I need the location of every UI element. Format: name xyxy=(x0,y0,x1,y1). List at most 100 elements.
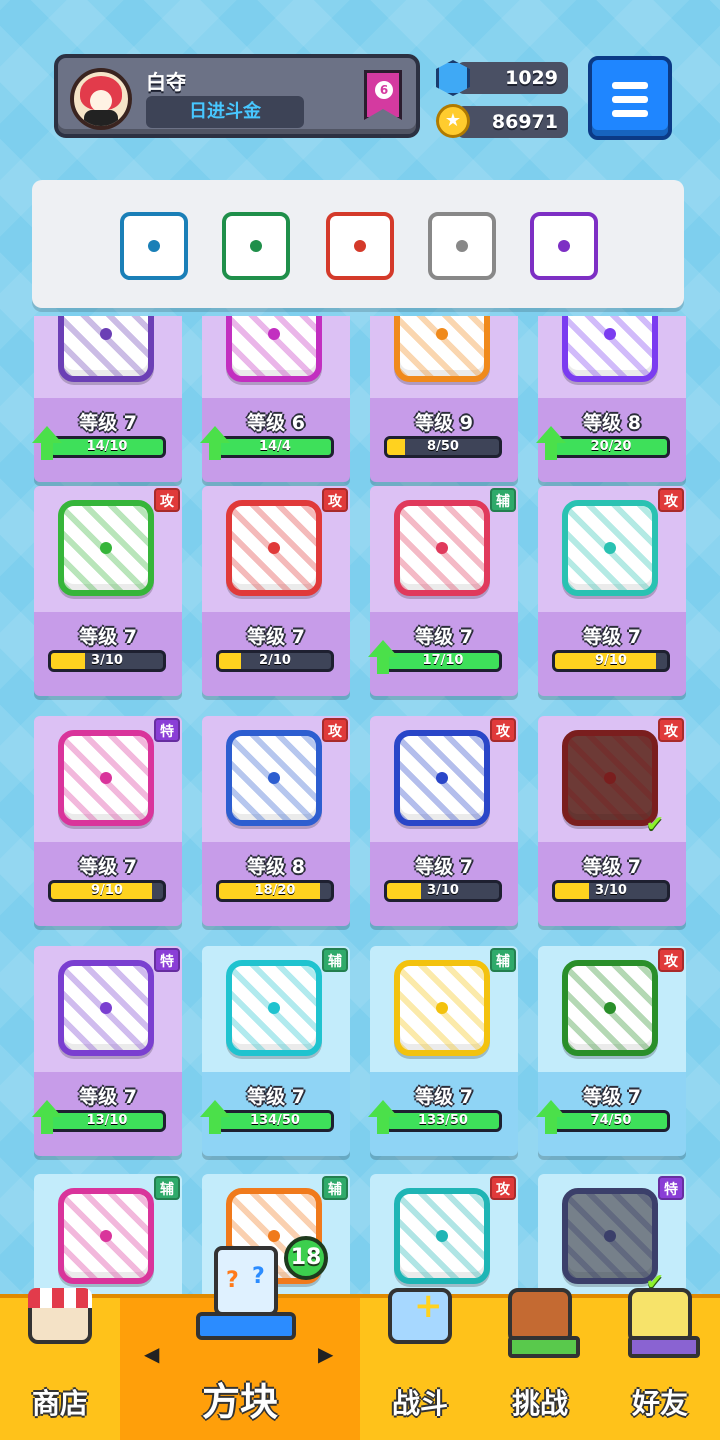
coin-counter[interactable]: 86971 ★ xyxy=(436,104,568,140)
dice-level: 等级 8 xyxy=(583,412,641,434)
dice-face-icon xyxy=(562,960,658,1056)
dice-card[interactable]: 特等级 7 9/10 xyxy=(34,716,182,926)
dice-level: 等级 7 xyxy=(79,626,137,648)
gem-counter[interactable]: 1029 xyxy=(436,60,568,96)
nav-shop[interactable]: 商店 xyxy=(0,1288,120,1440)
dice-chest-icon xyxy=(196,1246,296,1346)
dice-card[interactable]: 攻等级 7 3/10 xyxy=(34,486,182,696)
fire-dice-icon[interactable] xyxy=(326,212,394,280)
upgrade-progress-bar: 13/10 xyxy=(48,1110,166,1132)
dice-type-badge: 攻 xyxy=(322,488,348,512)
nav-friends[interactable]: 好友 xyxy=(600,1288,720,1440)
dice-card[interactable]: 辅等级 7 133/50 xyxy=(368,946,518,1156)
gem-amount: 1029 xyxy=(456,62,568,94)
whirlwind-dice-icon[interactable] xyxy=(120,212,188,280)
rank-ribbon-icon: 6 xyxy=(364,70,402,120)
dice-card[interactable]: 辅等级 7 134/50 xyxy=(200,946,350,1156)
dice-card[interactable]: 攻等级 7 74/50 xyxy=(536,946,686,1156)
wind-dice-icon[interactable] xyxy=(222,212,290,280)
upgrade-progress-bar: 2/10 xyxy=(216,650,334,672)
dice-type-badge: 辅 xyxy=(322,1176,348,1200)
rank-number: 6 xyxy=(375,81,393,99)
coin-amount: 86971 xyxy=(456,106,568,138)
dice-card[interactable]: 等级 9 8/50 xyxy=(370,316,518,482)
upgrade-progress-bar: 9/10 xyxy=(48,880,166,902)
bottom-navigation: 商店 方块 战斗 挑战 好友 xyxy=(0,1286,720,1440)
mystery-cube xyxy=(214,1246,278,1316)
dice-card[interactable]: 攻 ✔ 等级 7 3/10 xyxy=(538,716,686,926)
progress-text: 9/10 xyxy=(91,883,123,898)
dice-card[interactable]: 特 ✔ xyxy=(538,1174,686,1296)
upgrade-progress-bar: 20/20 xyxy=(552,436,670,458)
dice-type-badge: 攻 xyxy=(322,718,348,742)
player-avatar[interactable] xyxy=(70,68,132,130)
dice-level: 等级 6 xyxy=(247,412,305,434)
dice-card[interactable]: 等级 8 20/20 xyxy=(536,316,686,482)
upgrade-progress-bar: 14/10 xyxy=(48,436,166,458)
nav-battle[interactable]: 战斗 xyxy=(360,1286,480,1440)
dice-face-icon xyxy=(58,500,154,596)
challenge-signboard-icon xyxy=(508,1288,580,1358)
nav-next-arrow-icon[interactable]: ▶ xyxy=(318,1342,333,1366)
dice-count-badge: 18 xyxy=(284,1236,328,1280)
dice-level: 等级 7 xyxy=(583,856,641,878)
avatar-body xyxy=(84,110,118,126)
blessing-dice-icon[interactable] xyxy=(530,212,598,280)
progress-text: 2/10 xyxy=(259,653,291,668)
dice-level: 等级 7 xyxy=(583,626,641,648)
dice-card[interactable]: 攻等级 8 18/20 xyxy=(202,716,350,926)
upgrade-progress-bar: 14/4 xyxy=(216,436,334,458)
nav-prev-arrow-icon[interactable]: ◀ xyxy=(144,1342,159,1366)
dice-level: 等级 7 xyxy=(79,1086,137,1108)
nav-friends-label: 好友 xyxy=(631,1387,688,1420)
dice-level: 等级 7 xyxy=(247,1086,305,1108)
dice-level: 等级 7 xyxy=(415,856,473,878)
dice-type-badge: 辅 xyxy=(490,948,516,972)
shop-icon xyxy=(28,1288,92,1344)
dice-card[interactable]: 辅 xyxy=(34,1174,182,1296)
dice-face-icon xyxy=(394,730,490,826)
progress-text: 17/10 xyxy=(422,653,464,668)
dice-type-badge: 特 xyxy=(154,948,180,972)
upgrade-progress-bar: 9/10 xyxy=(552,650,670,672)
dice-card[interactable]: 等级 6 14/4 xyxy=(200,316,350,482)
dice-card[interactable]: 等级 7 14/10 xyxy=(32,316,182,482)
equipped-deck-panel xyxy=(32,180,684,308)
upgrade-progress-bar: 134/50 xyxy=(216,1110,334,1132)
upgrade-progress-bar: 8/50 xyxy=(384,436,502,458)
nav-challenge[interactable]: 挑战 xyxy=(480,1288,600,1440)
dice-card[interactable]: 攻等级 7 3/10 xyxy=(370,716,518,926)
player-profile-panel[interactable]: 白夺 日进斗金 6 xyxy=(54,54,420,138)
dice-card[interactable]: 攻等级 7 9/10 xyxy=(538,486,686,696)
dice-type-badge: 辅 xyxy=(322,948,348,972)
progress-text: 20/20 xyxy=(590,439,632,454)
upgrade-progress-bar: 3/10 xyxy=(384,880,502,902)
cube-pedestal xyxy=(196,1312,296,1340)
dice-face-icon xyxy=(226,730,322,826)
menu-icon-bar xyxy=(612,110,648,117)
dice-face-icon xyxy=(394,1188,490,1284)
dice-level: 等级 7 xyxy=(415,1086,473,1108)
dice-card[interactable]: 攻 xyxy=(370,1174,518,1296)
progress-text: 3/10 xyxy=(427,883,459,898)
dice-type-badge: 攻 xyxy=(490,718,516,742)
player-title: 日进斗金 xyxy=(146,96,304,128)
dice-level: 等级 7 xyxy=(247,626,305,648)
dice-face-icon xyxy=(226,500,322,596)
menu-button[interactable] xyxy=(588,56,672,140)
dice-card[interactable]: 特等级 7 13/10 xyxy=(32,946,182,1156)
menu-icon-bar xyxy=(612,82,648,89)
menu-icon-bar xyxy=(612,96,648,103)
equipped-check-icon: ✔ xyxy=(645,812,664,837)
dice-collection-grid[interactable]: 等级 7 14/10 等级 6 14/4 等级 9 8/50 等级 8 20/20 攻等级 73… xyxy=(0,316,720,1296)
dice-card[interactable]: 攻等级 7 2/10 xyxy=(202,486,350,696)
dice-type-badge: 辅 xyxy=(154,1176,180,1200)
dice-level: 等级 8 xyxy=(247,856,305,878)
dice-card[interactable]: 辅等级 7 17/10 xyxy=(368,486,518,696)
dice-face-icon xyxy=(226,316,322,382)
gear-dice-icon[interactable] xyxy=(428,212,496,280)
upgrade-progress-bar: 17/10 xyxy=(384,650,502,672)
dice-type-badge: 攻 xyxy=(154,488,180,512)
dice-level: 等级 7 xyxy=(79,412,137,434)
progress-text: 14/4 xyxy=(259,439,291,454)
